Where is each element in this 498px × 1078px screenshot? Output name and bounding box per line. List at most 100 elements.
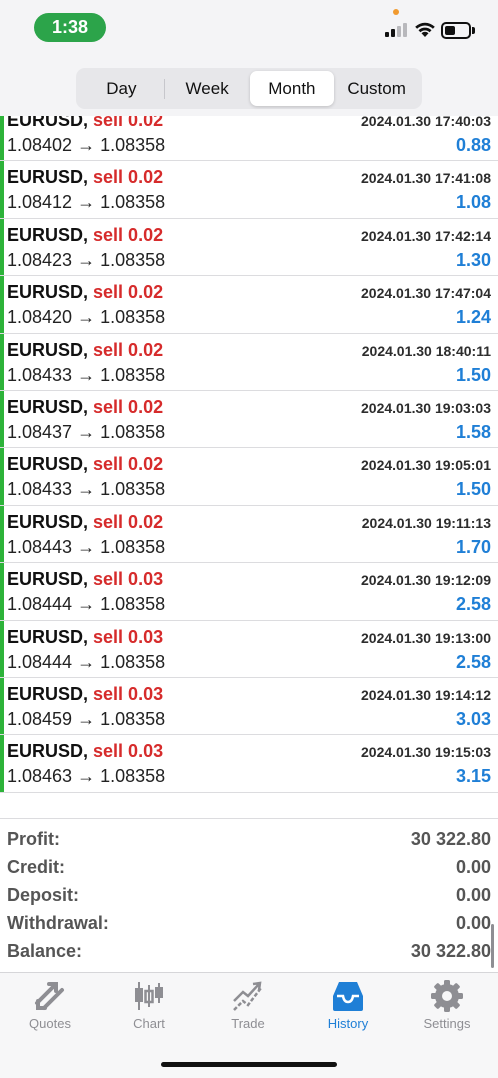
- deals-list[interactable]: EURUSD, sell 0.02 2024.01.30 17:40:03 1.08…: [0, 116, 498, 818]
- deal-symbol: EURUSD,: [7, 626, 89, 647]
- deal-row[interactable]: EURUSD, sell 0.03 2024.01.30 19:15:03 1.08…: [0, 735, 498, 793]
- deal-row[interactable]: EURUSD, sell 0.03 2024.01.30 19:14:12 1.08…: [0, 677, 498, 736]
- tab-chart-label: Chart: [133, 1016, 165, 1031]
- deal-profit: 1.58: [455, 421, 491, 442]
- tab-trade-label: Trade: [231, 1016, 265, 1031]
- summary-withdrawal-row: Withdrawal: 0.00: [0, 911, 498, 939]
- deal-prices: 1.08463 → 1.08358: [7, 766, 166, 787]
- tab-quotes-label: Quotes: [29, 1016, 71, 1031]
- deal-side: sell 0.02: [93, 454, 164, 475]
- summary-deposit-row: Deposit: 0.00: [0, 883, 498, 911]
- deal-time: 2024.01.30 19:15:03: [361, 744, 491, 761]
- deal-time: 2024.01.30 19:11:13: [361, 514, 491, 531]
- home-indicator[interactable]: [161, 1062, 337, 1067]
- deal-time: 2024.01.30 17:47:04: [361, 285, 491, 302]
- status-time[interactable]: 1:38: [34, 13, 106, 42]
- deal-time: 2024.01.30 17:40:03: [361, 116, 491, 129]
- deal-symbol-line: EURUSD, sell 0.02: [7, 454, 163, 475]
- profit-label: Profit:: [7, 829, 60, 849]
- summary-balance-row: Balance: 30 322.80: [0, 939, 498, 967]
- period-week[interactable]: Week: [165, 71, 250, 106]
- orange-dot: [393, 9, 399, 15]
- deal-row[interactable]: EURUSD, sell 0.03 2024.01.30 19:13:00 1.08…: [0, 620, 498, 678]
- deal-time: 2024.01.30 19:05:01: [361, 457, 491, 474]
- chart-icon: [135, 982, 163, 1010]
- header: Day Week Month Custom: [0, 56, 498, 116]
- withdrawal-value: 0.00: [455, 913, 491, 933]
- deal-symbol-line: EURUSD, sell 0.02: [7, 116, 163, 131]
- scrollbar[interactable]: [491, 924, 494, 968]
- deal-side: sell 0.03: [93, 626, 164, 647]
- deal-symbol: EURUSD,: [7, 569, 89, 590]
- period-custom[interactable]: Custom: [334, 71, 419, 106]
- deal-symbol: EURUSD,: [7, 167, 89, 188]
- tab-history-label: History: [327, 1016, 369, 1031]
- deal-symbol-line: EURUSD, sell 0.03: [7, 741, 163, 762]
- deal-symbol-line: EURUSD, sell 0.02: [7, 397, 163, 418]
- deal-time: 2024.01.30 19:12:09: [361, 572, 491, 589]
- deal-time: 2024.01.30 18:40:11: [361, 342, 491, 359]
- deal-profit: 1.24: [455, 307, 491, 328]
- deposit-value: 0.00: [455, 885, 491, 905]
- deal-side: sell 0.02: [93, 339, 164, 360]
- wifi-icon: [415, 22, 435, 37]
- deal-symbol-line: EURUSD, sell 0.02: [7, 340, 163, 361]
- deal-row[interactable]: EURUSD, sell 0.02 2024.01.30 19:05:01 1.08…: [0, 448, 498, 506]
- tab-settings-label: Settings: [423, 1016, 471, 1031]
- deal-row[interactable]: EURUSD, sell 0.02 2024.01.30 19:11:13 1.08…: [0, 505, 498, 564]
- deals-list-inner: EURUSD, sell 0.02 2024.01.30 17:40:03 1.08…: [0, 116, 498, 793]
- deal-profit: 1.50: [455, 364, 491, 385]
- deal-profit: 0.88: [455, 135, 491, 155]
- period-day[interactable]: Day: [79, 71, 164, 106]
- tab-history[interactable]: History: [308, 979, 388, 1031]
- deal-profit: 1.70: [455, 536, 491, 557]
- tab-trade[interactable]: Trade: [208, 979, 288, 1031]
- balance-label: Balance:: [7, 941, 83, 961]
- tab-quotes[interactable]: Quotes: [10, 979, 90, 1031]
- deal-side: sell 0.02: [93, 116, 164, 130]
- deal-symbol-line: EURUSD, sell 0.02: [7, 512, 163, 533]
- deal-side: sell 0.02: [93, 511, 164, 532]
- deal-symbol: EURUSD,: [7, 511, 89, 532]
- deal-symbol-line: EURUSD, sell 0.02: [7, 167, 163, 188]
- deal-prices: 1.08402 → 1.08358: [7, 135, 166, 155]
- trade-icon: [233, 981, 262, 1011]
- credit-value: 0.00: [455, 857, 491, 877]
- deal-row[interactable]: EURUSD, sell 0.02 2024.01.30 17:41:08 1.08…: [0, 161, 498, 219]
- tab-settings[interactable]: Settings: [407, 979, 487, 1031]
- deal-time: 2024.01.30 19:14:12: [361, 686, 491, 703]
- deal-profit: 1.30: [455, 249, 491, 270]
- deal-side: sell 0.03: [93, 569, 164, 590]
- period-month[interactable]: Month: [249, 71, 335, 106]
- deal-prices: 1.08423 → 1.08358: [7, 249, 166, 270]
- deal-prices: 1.08444 → 1.08358: [7, 594, 166, 615]
- deal-profit: 2.58: [455, 594, 491, 615]
- deposit-label: Deposit:: [7, 885, 79, 905]
- deal-symbol: EURUSD,: [7, 741, 89, 762]
- deal-prices: 1.08433 → 1.08358: [7, 479, 166, 500]
- deal-row[interactable]: EURUSD, sell 0.02 2024.01.30 18:40:11 1.08…: [0, 333, 498, 391]
- deal-symbol: EURUSD,: [7, 339, 89, 360]
- deal-symbol: EURUSD,: [7, 224, 89, 245]
- deal-symbol-line: EURUSD, sell 0.02: [7, 282, 163, 303]
- deal-row[interactable]: EURUSD, sell 0.03 2024.01.30 19:12:09 1.08…: [0, 563, 498, 621]
- deal-row[interactable]: EURUSD, sell 0.02 2024.01.30 17:42:14 1.08…: [0, 218, 498, 277]
- deal-side: sell 0.02: [93, 396, 164, 417]
- deal-time: 2024.01.30 19:03:03: [361, 399, 491, 416]
- quotes-icon: [35, 982, 64, 1010]
- deal-symbol-line: EURUSD, sell 0.02: [7, 225, 163, 246]
- deal-row[interactable]: EURUSD, sell 0.02 2024.01.30 17:47:04 1.08…: [0, 276, 498, 334]
- deal-row[interactable]: EURUSD, sell 0.02 2024.01.30 17:40:03 1.08…: [0, 116, 498, 162]
- deal-row[interactable]: EURUSD, sell 0.02 2024.01.30 19:03:03 1.08…: [0, 390, 498, 449]
- deal-time: 2024.01.30 17:41:08: [361, 170, 491, 187]
- balance-value: 30 322.80: [410, 941, 491, 961]
- gear-icon: [431, 980, 463, 1012]
- profit-value: 30 322.80: [410, 829, 491, 849]
- deal-symbol: EURUSD,: [7, 396, 89, 417]
- deal-prices: 1.08412 → 1.08358: [7, 192, 166, 213]
- summary: Profit: 30 322.80 Credit: 0.00 Deposit: …: [0, 818, 498, 972]
- deal-profit: 1.50: [455, 479, 491, 500]
- period-selector: Day Week Month Custom: [76, 68, 422, 109]
- tab-chart[interactable]: Chart: [109, 979, 189, 1031]
- deal-side: sell 0.03: [93, 683, 164, 704]
